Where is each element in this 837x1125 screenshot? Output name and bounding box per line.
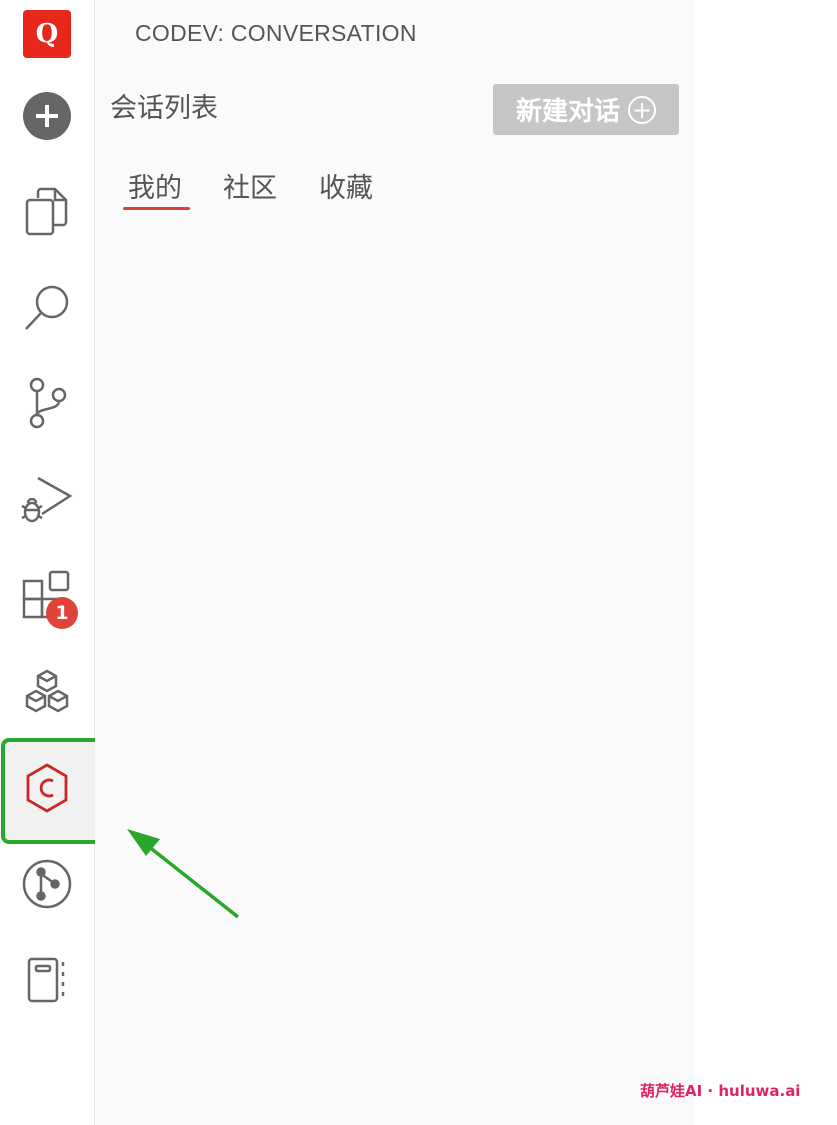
annotation-arrow: [127, 829, 240, 919]
watermark: 葫芦娃AI · huluwa.ai: [640, 1082, 801, 1100]
